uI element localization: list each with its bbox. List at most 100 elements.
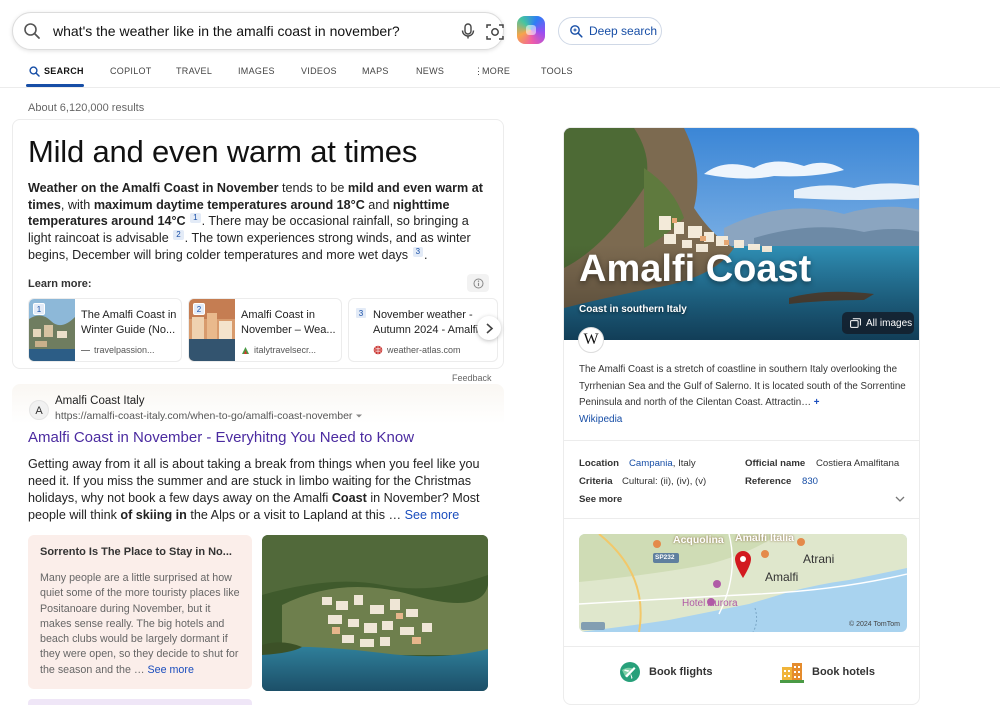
info-icon — [473, 278, 483, 288]
map-label: Hotel Aurora — [682, 598, 738, 609]
search-icon — [24, 23, 40, 39]
tab-images[interactable]: IMAGES — [238, 66, 275, 76]
source-card[interactable]: 2 Amalfi Coast in November – Wea... ital… — [188, 298, 342, 362]
map-copyright: © 2024 TomTom — [849, 621, 900, 628]
tab-videos[interactable]: VIDEOS — [301, 66, 337, 76]
source-card[interactable]: 3 November weather - Autumn 2024 - Amalf… — [348, 298, 498, 362]
result-snippet: Getting away from it all is about taking… — [28, 456, 480, 524]
source-site-name: travelpassion... — [94, 345, 155, 355]
see-more-facts-button[interactable]: See more — [579, 494, 622, 505]
source-title: November weather - Autumn 2024 - Amalfi, — [373, 309, 482, 336]
fact-criteria-label: Criteria — [579, 476, 613, 487]
kp-description: The Amalfi Coast is a stretch of coastli… — [579, 362, 907, 412]
map-preview[interactable]: Acquolina Amalfi Italia Atrani Amalfi Ho… — [579, 534, 907, 632]
snippet-emphasis: of skiing in — [120, 508, 187, 522]
web-result: A Amalfi Coast Italy https://amalfi-coas… — [12, 384, 504, 705]
answer-emphasis: maximum daytime temperatures around 18°C — [93, 197, 365, 212]
answer-title: Mild and even warm at times — [28, 134, 418, 169]
deep-search-label: Deep search — [589, 24, 658, 38]
source-number: 1 — [33, 303, 45, 315]
answer-text: tends to be — [278, 181, 348, 195]
divider — [564, 518, 919, 519]
fact-location-value: Campania, Italy — [629, 458, 696, 469]
all-images-button[interactable]: All images — [842, 312, 914, 334]
fact-reference-value: 830 — [802, 476, 818, 487]
search-input[interactable] — [53, 21, 433, 41]
fact-criteria-value: Cultural: (ii), (iv), (v) — [622, 476, 707, 487]
deep-search-icon — [570, 25, 583, 38]
book-flights-label: Book flights — [649, 666, 713, 678]
answer-body: Weather on the Amalfi Coast in November … — [28, 180, 488, 264]
info-button[interactable] — [467, 274, 489, 292]
nav-tabs: SEARCH COPILOT TRAVEL IMAGES VIDEOS MAPS… — [0, 58, 1000, 88]
see-more-link[interactable]: See more — [148, 664, 194, 676]
book-hotels-button[interactable]: Book hotels — [780, 658, 875, 686]
source-site-name: italytravelsecr... — [254, 345, 317, 355]
tab-tools[interactable]: TOOLS — [541, 66, 573, 76]
result-subcard[interactable]: Sorrento Is The Place to Stay in No... M… — [28, 535, 252, 689]
source-site: travelpassion... — [81, 345, 155, 355]
expand-description-button[interactable]: + — [814, 397, 820, 408]
caret-down-icon[interactable] — [355, 413, 363, 419]
result-image[interactable] — [262, 535, 488, 691]
source-number: 2 — [193, 303, 205, 315]
tab-copilot[interactable]: COPILOT — [110, 66, 152, 76]
map-pin-icon — [735, 551, 751, 578]
result-title-link[interactable]: Amalfi Coast in November - Everyhitng Yo… — [28, 429, 414, 446]
tab-maps[interactable]: MAPS — [362, 66, 389, 76]
kp-subtitle: Coast in southern Italy — [579, 304, 687, 315]
answer-card: Mild and even warm at times Weather on t… — [12, 119, 504, 369]
wikipedia-link[interactable]: Wikipedia — [579, 414, 622, 425]
microphone-icon[interactable] — [459, 22, 477, 40]
map-label: Amalfi Italia — [735, 534, 794, 544]
fact-official-label: Official name — [745, 458, 806, 469]
site-favicon-icon: A — [29, 400, 49, 420]
copilot-logo-icon[interactable] — [517, 16, 545, 44]
map-label: Acquolina — [673, 534, 724, 546]
knowledge-panel: Amalfi Coast Coast in southern Italy All… — [563, 127, 920, 705]
divider — [564, 646, 919, 647]
result-url[interactable]: https://amalfi-coast-italy.com/when-to-g… — [55, 410, 363, 422]
source-title: The Amalfi Coast in Winter Guide (No... — [81, 309, 177, 336]
source-site: italytravelsecr... — [241, 345, 316, 355]
reference-link[interactable]: 830 — [802, 476, 818, 487]
road-label: SP232 — [655, 554, 675, 561]
book-flights-button[interactable]: Book flights — [619, 658, 713, 686]
hotel-icon — [780, 663, 804, 683]
feedback-link[interactable]: Feedback — [452, 373, 492, 383]
citation-badge[interactable]: 1 — [190, 213, 201, 224]
citation-badge[interactable]: 3 — [412, 246, 424, 257]
fact-reference-label: Reference — [745, 476, 792, 487]
citation-badge[interactable]: 2 — [173, 230, 184, 241]
map-label: Amalfi — [765, 570, 799, 584]
tab-travel[interactable]: TRAVEL — [176, 66, 212, 76]
result-url-text: https://amalfi-coast-italy.com/when-to-g… — [55, 410, 353, 422]
subcard-text: Many people are a little surprised at ho… — [40, 572, 240, 676]
tab-search[interactable]: SEARCH — [44, 66, 84, 76]
wikipedia-logo[interactable]: W — [578, 327, 604, 353]
source-title: Amalfi Coast in November – Wea... — [241, 309, 336, 336]
images-icon — [850, 318, 861, 328]
all-images-label: All images — [866, 317, 913, 329]
subcard-title: Sorrento Is The Place to Stay in No... — [40, 546, 232, 558]
fact-location-label: Location — [579, 458, 619, 469]
search-box[interactable] — [12, 12, 504, 50]
deep-search-button[interactable]: Deep search — [558, 17, 662, 45]
visual-search-icon[interactable] — [485, 22, 505, 42]
snippet-emphasis: Coast — [331, 491, 367, 505]
fact-location-rest: , Italy — [672, 458, 696, 469]
kp-title: Amalfi Coast — [579, 248, 812, 290]
see-more-link[interactable]: See more — [405, 508, 460, 522]
site-favicon-icon — [81, 349, 90, 351]
source-card[interactable]: 1 The Amalfi Coast in Winter Guide (No..… — [28, 298, 182, 362]
book-hotels-label: Book hotels — [812, 666, 875, 678]
result-site-name[interactable]: Amalfi Coast Italy — [55, 395, 144, 407]
campania-link[interactable]: Campania — [629, 458, 673, 469]
tab-news[interactable]: NEWS — [416, 66, 444, 76]
source-site: weather-atlas.com — [373, 345, 461, 355]
answer-text: and — [364, 197, 393, 212]
next-sources-button[interactable] — [477, 316, 501, 340]
chevron-down-icon[interactable] — [894, 494, 906, 504]
source-number: 3 — [355, 307, 367, 319]
tab-more[interactable]: MORE — [482, 66, 510, 76]
